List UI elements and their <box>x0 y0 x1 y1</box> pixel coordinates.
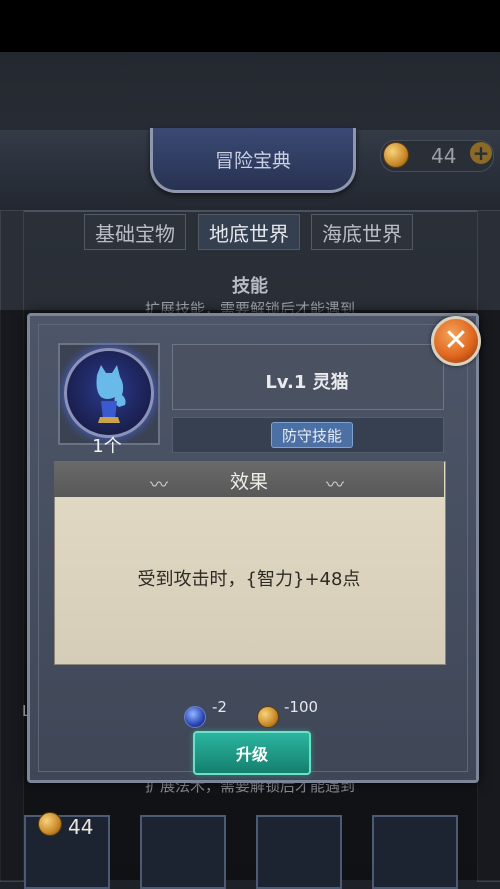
gem-cost: -2 <box>212 698 227 716</box>
item-card-armor[interactable] <box>24 815 110 889</box>
gold-cost-icon <box>257 706 279 728</box>
tab-basic-treasure[interactable]: 基础宝物 <box>84 214 186 250</box>
gold-coin-icon <box>383 142 409 168</box>
page-title: 冒险宝典 <box>150 128 356 193</box>
section-heading: 技能 <box>232 276 268 297</box>
upgrade-button[interactable]: 升级 <box>193 731 311 775</box>
effect-description: 受到攻击时，{智力}+48点 <box>137 569 361 590</box>
add-coins-button[interactable]: + <box>470 142 492 164</box>
skill-type-badge: 防守技能 <box>271 422 353 448</box>
tab-undersea-world[interactable]: 海底世界 <box>311 214 413 250</box>
item-card-crystal[interactable] <box>372 815 458 889</box>
coin-count: 44 <box>431 144 457 168</box>
effect-title: 效果 <box>229 471 268 493</box>
tab-underground-world[interactable]: 地底世界 <box>198 214 300 250</box>
item-card-gem[interactable] <box>256 815 342 889</box>
gold-cost: -100 <box>284 698 319 716</box>
item-card-sword[interactable] <box>140 815 226 889</box>
skill-portrait <box>64 348 154 438</box>
skill-quantity: 1个 <box>92 436 122 457</box>
top-black-bar <box>0 0 500 52</box>
spirit-cat-icon <box>96 365 126 423</box>
skill-name: Lv.1 灵猫 <box>265 372 349 393</box>
gem-cost-icon <box>184 706 206 728</box>
card-coin-count: 44 <box>68 815 94 839</box>
card-coin-icon <box>38 812 62 836</box>
close-button[interactable]: ✕ <box>431 316 481 366</box>
